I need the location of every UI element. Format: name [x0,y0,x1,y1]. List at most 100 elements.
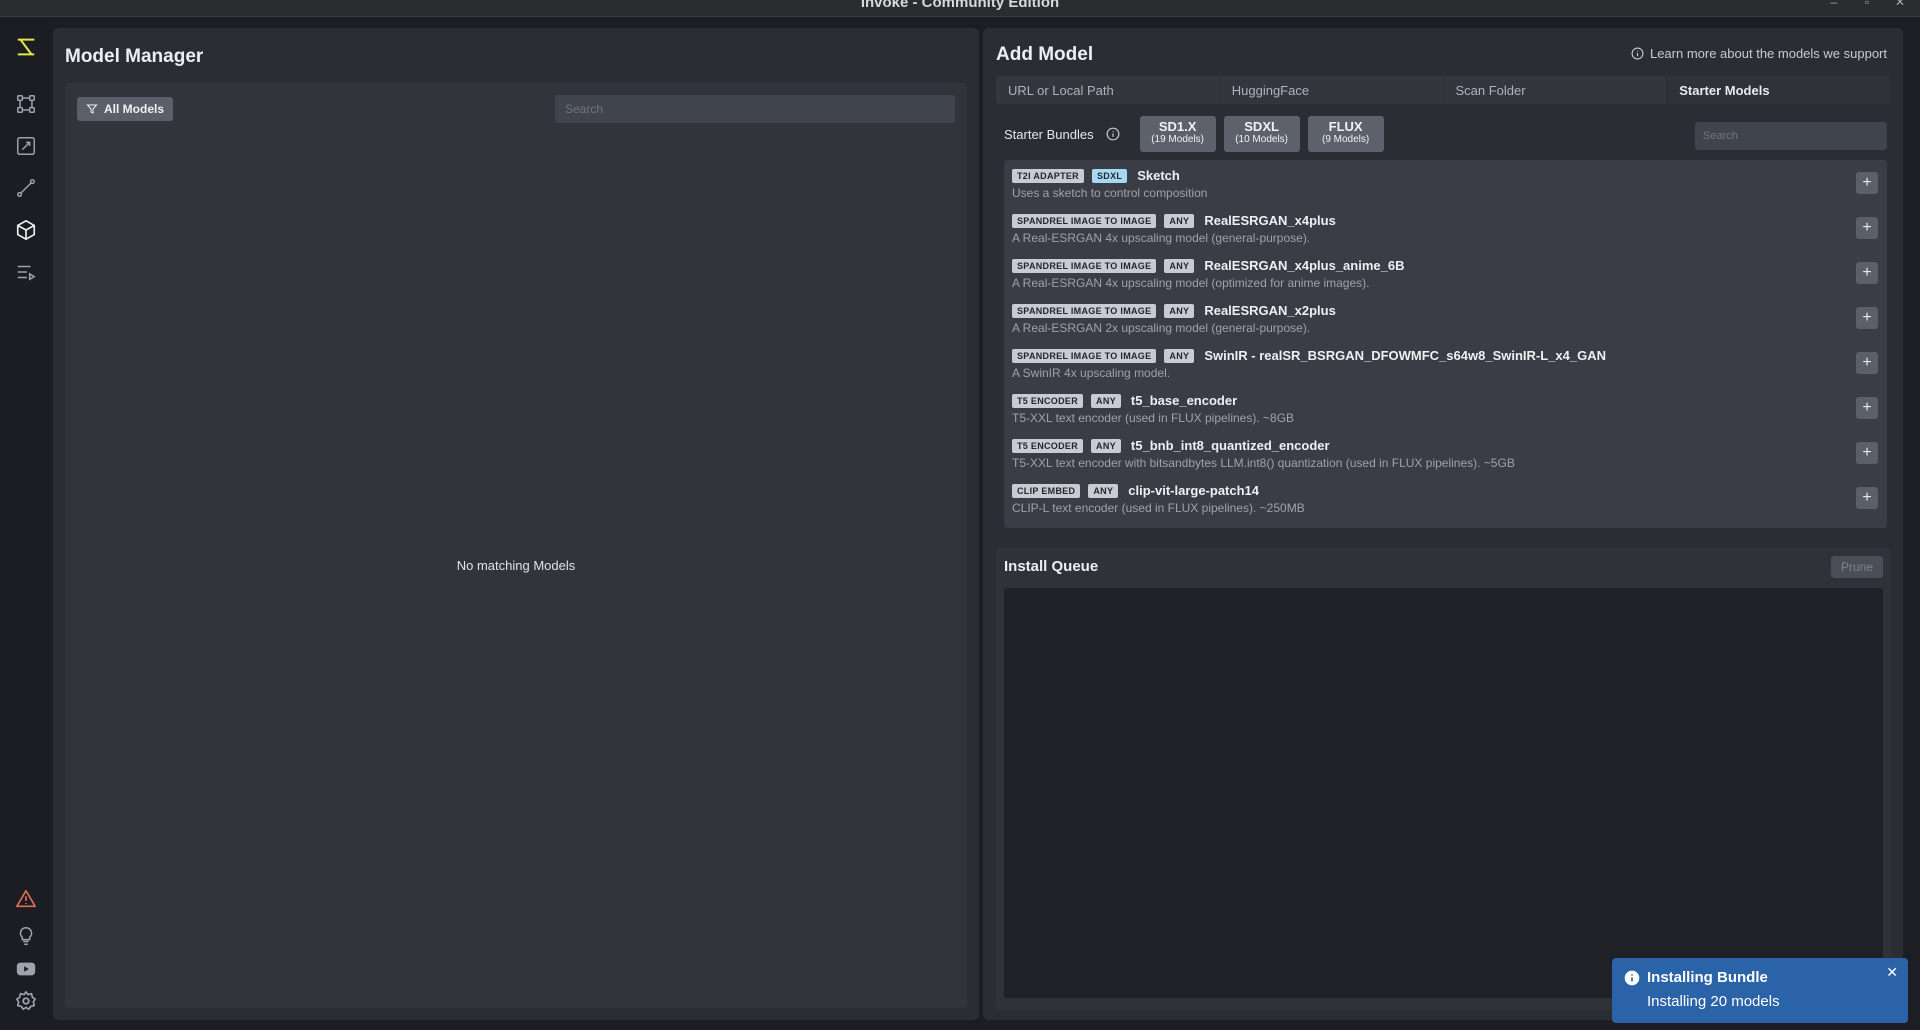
model-manager-panel: Model Manager All Models No matching Mod… [53,28,979,1020]
starter-bundles-label: Starter Bundles [1004,126,1094,142]
filter-icon [86,104,98,114]
model-name: Sketch [1137,168,1180,183]
model-name: RealESRGAN_x4plus [1204,213,1336,228]
models-cube-icon[interactable] [14,218,38,242]
tab-huggingface[interactable]: HuggingFace [1220,76,1444,104]
add-model-panel: Add Model Learn more about the models we… [983,28,1903,1020]
window-titlebar: Invoke - Community Edition – ▫ ✕ [0,0,1920,17]
model-base-badge: ANY [1091,393,1121,408]
add-model-tabs: URL or Local Path HuggingFace Scan Folde… [996,76,1891,104]
queue-list-icon[interactable] [14,260,38,284]
warning-icon[interactable] [14,887,38,911]
list-item: SPANDREL IMAGE TO IMAGE ANY RealESRGAN_x… [1004,205,1887,250]
installing-bundle-toast: Installing Bundle Installing 20 models ✕ [1612,958,1908,1023]
add-model-button[interactable]: + [1856,352,1878,374]
bundle-sd1x-button[interactable]: SD1.X (19 Models) [1139,116,1216,152]
info-icon[interactable] [1106,127,1120,141]
model-base-badge: ANY [1088,483,1119,498]
add-model-title: Add Model [996,44,1094,65]
empty-message: No matching Models [456,558,576,573]
model-base-badge: ANY [1164,303,1195,318]
add-model-button[interactable]: + [1856,442,1878,464]
bundle-count: (9 Models) [1321,134,1370,145]
list-item: T5 ENCODER ANY t5_bnb_int8_quantized_enc… [1004,430,1887,475]
model-description: A Real-ESRGAN 4x upscaling model (genera… [1012,231,1311,245]
model-description: CLIP-L text encoder (used in FLUX pipeli… [1012,501,1305,515]
model-type-badge: SPANDREL IMAGE TO IMAGE [1012,303,1157,318]
model-type-badge: T5 ENCODER [1012,393,1084,408]
maximize-icon[interactable]: ▫ [1859,0,1875,9]
add-model-button[interactable]: + [1856,487,1878,509]
model-base-badge: ANY [1164,258,1195,273]
tab-url-local-path[interactable]: URL or Local Path [996,76,1220,104]
model-description: A SwinIR 4x upscaling model. [1012,366,1171,380]
all-models-label: All Models [104,102,165,116]
tab-scan-folder[interactable]: Scan Folder [1444,76,1668,104]
model-name: t5_base_encoder [1130,393,1238,408]
settings-gear-icon[interactable] [14,989,38,1013]
list-item: SPANDREL IMAGE TO IMAGE ANY RealESRGAN_x… [1004,295,1887,340]
install-queue-list [1004,588,1883,998]
model-description: T5-XXL text encoder (used in FLUX pipeli… [1012,411,1295,425]
add-model-button[interactable]: + [1856,172,1878,194]
window-title: Invoke - Community Edition [860,0,1060,11]
model-manager-title: Model Manager [65,46,204,67]
canvas-icon[interactable] [14,134,38,158]
starter-model-list: T2I ADAPTER SDXL Sketch Uses a sketch to… [1004,160,1887,528]
model-description: T5-XXL text encoder with bitsandbytes LL… [1012,456,1515,470]
install-queue-panel: Install Queue Prune [996,548,1891,1010]
add-model-button[interactable]: + [1856,217,1878,239]
prune-button[interactable]: Prune [1831,556,1883,578]
bundle-count: (19 Models) [1151,134,1205,145]
workflow-nodes-icon[interactable] [14,92,38,116]
youtube-icon[interactable] [14,957,38,981]
learn-more-text: Learn more about the models we support [1649,46,1887,61]
workflow-edge-icon[interactable] [14,176,38,200]
add-model-button[interactable]: + [1856,307,1878,329]
minimize-icon[interactable]: – [1826,0,1842,9]
model-type-badge: CLIP EMBED [1012,483,1081,498]
model-list-container: All Models No matching Models [65,83,967,1008]
model-description: A Real-ESRGAN 2x upscaling model (genera… [1012,321,1311,335]
lightbulb-icon[interactable] [14,924,38,948]
model-search-input[interactable] [555,95,955,123]
toast-title: Installing Bundle [1647,969,1768,986]
model-type-badge: SPANDREL IMAGE TO IMAGE [1012,348,1157,363]
model-base-badge: ANY [1164,348,1195,363]
model-name: RealESRGAN_x4plus_anime_6B [1204,258,1405,273]
model-name: clip-vit-large-patch14 [1128,483,1260,498]
close-icon[interactable]: ✕ [1886,964,1898,981]
bundle-name: SDXL [1244,119,1279,134]
model-base-badge: ANY [1091,438,1121,453]
add-model-button[interactable]: + [1856,262,1878,284]
model-name: RealESRGAN_x2plus [1204,303,1336,318]
learn-more-link[interactable]: Learn more about the models we support [1631,46,1887,61]
list-item: SPANDREL IMAGE TO IMAGE ANY RealESRGAN_x… [1004,250,1887,295]
model-type-badge: SPANDREL IMAGE TO IMAGE [1012,258,1157,273]
list-item: T5 ENCODER ANY t5_base_encoder T5-XXL te… [1004,385,1887,430]
install-queue-title: Install Queue [1004,558,1099,575]
model-description: Uses a sketch to control composition [1012,186,1208,200]
bundle-flux-button[interactable]: FLUX (9 Models) [1307,116,1384,152]
bundle-count: (10 Models) [1235,134,1289,145]
starter-search-input[interactable] [1695,122,1887,150]
bundle-sdxl-button[interactable]: SDXL (10 Models) [1223,116,1300,152]
model-name: t5_bnb_int8_quantized_encoder [1130,438,1330,453]
bundle-name: SD1.X [1158,119,1197,134]
model-type-badge: T5 ENCODER [1012,438,1084,453]
tab-starter-models[interactable]: Starter Models [1667,76,1891,104]
logo-icon[interactable] [14,35,38,59]
list-item: SPANDREL IMAGE TO IMAGE ANY SwinIR - rea… [1004,340,1887,385]
list-item: T2I ADAPTER SDXL Sketch Uses a sketch to… [1004,160,1887,205]
model-base-badge: SDXL [1091,168,1128,183]
add-model-button[interactable]: + [1856,397,1878,419]
model-name: SwinIR - realSR_BSRGAN_DFOWMFC_s64w8_Swi… [1204,348,1606,363]
toast-message: Installing 20 models [1647,993,1780,1010]
app-sidebar [0,17,52,1030]
model-base-badge: ANY [1164,213,1195,228]
model-description: A Real-ESRGAN 4x upscaling model (optimi… [1012,276,1370,290]
bundle-name: FLUX [1328,119,1363,134]
close-window-icon[interactable]: ✕ [1892,0,1908,9]
all-models-filter-button[interactable]: All Models [77,97,174,121]
model-type-badge: T2I ADAPTER [1012,168,1084,183]
